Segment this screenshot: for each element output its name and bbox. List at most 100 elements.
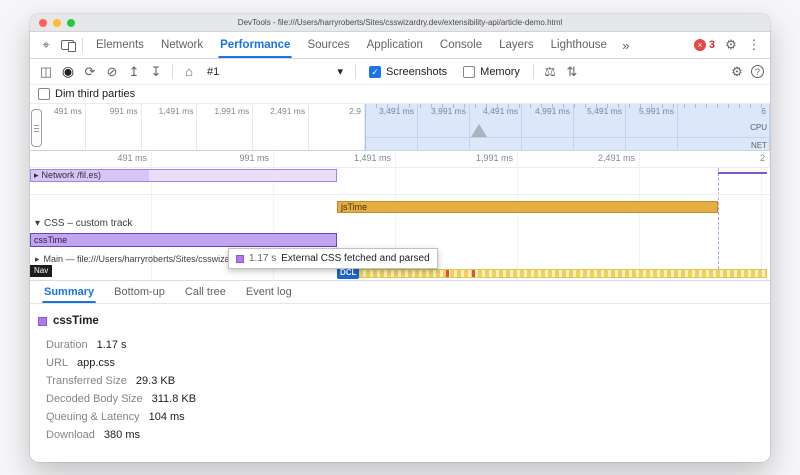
summary-row-label: Queuing & Latency bbox=[46, 411, 140, 423]
summary-row-label: Download bbox=[46, 429, 95, 441]
summary-row: Duration 1.17 s bbox=[38, 336, 770, 354]
home-icon[interactable]: ⌂ bbox=[179, 62, 199, 82]
summary-row-value: 29.3 KB bbox=[136, 375, 175, 387]
tooltip-color-swatch bbox=[236, 255, 244, 263]
overview-tick: 2,491 ms bbox=[253, 104, 309, 150]
summary-row-value: 104 ms bbox=[149, 411, 185, 423]
divider bbox=[172, 64, 173, 79]
tab-sources[interactable]: Sources bbox=[299, 32, 357, 58]
collect-garbage-icon[interactable]: ⇅ bbox=[562, 62, 582, 82]
minimize-window-button[interactable] bbox=[53, 19, 61, 27]
more-tabs-icon[interactable]: » bbox=[616, 35, 636, 55]
tooltip-text: External CSS fetched and parsed bbox=[281, 253, 429, 264]
tab-layers[interactable]: Layers bbox=[491, 32, 542, 58]
network-track-header: ▸ Network /fil.es) bbox=[34, 170, 101, 181]
summary-row: Download 380 ms bbox=[38, 426, 770, 444]
save-profile-button[interactable]: ↧ bbox=[146, 62, 166, 82]
kebab-menu-icon[interactable]: ⋮ bbox=[744, 35, 764, 55]
tab-console[interactable]: Console bbox=[432, 32, 490, 58]
network-request-line[interactable] bbox=[718, 172, 767, 174]
overview-tick: 1,991 ms bbox=[197, 104, 253, 150]
overview-tick: 3,491 ms bbox=[366, 104, 418, 150]
tabbar-right: × 3 ⚙ ⋮ bbox=[691, 35, 764, 55]
chevron-down-icon: ▾ bbox=[337, 65, 343, 78]
help-icon[interactable]: ? bbox=[751, 65, 764, 78]
devtools-window: DevTools - file:///Users/harryroberts/Si… bbox=[30, 14, 770, 462]
handle-grip bbox=[34, 131, 39, 132]
clear-recording-button[interactable]: ⊘ bbox=[102, 62, 122, 82]
summary-row: Queuing & Latency 104 ms bbox=[38, 408, 770, 426]
divider bbox=[355, 64, 356, 79]
css-track-label: CSS – custom track bbox=[44, 218, 132, 229]
overview-tick: 4,991 ms bbox=[522, 104, 574, 150]
tab-lighthouse[interactable]: Lighthouse bbox=[543, 32, 615, 58]
main-activity-strip[interactable] bbox=[337, 269, 767, 278]
divider bbox=[82, 38, 83, 53]
tooltip-duration: 1.17 s bbox=[249, 253, 276, 264]
ruler-tick: 991 ms bbox=[152, 151, 274, 167]
network-throttle-icon[interactable]: ⚖ bbox=[540, 62, 560, 82]
summary-row-value: app.css bbox=[77, 357, 115, 369]
summary-row: Decoded Body Size 311.8 KB bbox=[38, 390, 770, 408]
overview-left-handle[interactable] bbox=[31, 109, 42, 147]
activity-red-segment bbox=[472, 270, 475, 277]
ruler-tick: 1,491 ms bbox=[274, 151, 396, 167]
device-toolbar-button[interactable] bbox=[57, 35, 77, 55]
summary-row-label: Duration bbox=[46, 339, 88, 351]
overview-unselected-region[interactable]: 3,491 ms 3,991 ms 4,491 ms 4,991 ms 5,49… bbox=[365, 104, 770, 150]
overview-selected-region[interactable]: 491 ms 991 ms 1,491 ms 1,991 ms 2,491 ms… bbox=[30, 104, 365, 150]
performance-toolbar: ◫ ◉ ⟳ ⊘ ↥ ↧ ⌂ #1 ▾ ✓ Screenshots Memory … bbox=[30, 59, 770, 85]
csstime-entry-bar[interactable]: cssTime bbox=[30, 233, 337, 247]
load-profile-button[interactable]: ↥ bbox=[124, 62, 144, 82]
timeline-tracks[interactable]: ▸ Network /fil.es) jsTime ▾ CSS – custom… bbox=[30, 168, 770, 281]
track-divider bbox=[30, 194, 770, 195]
history-dropdown[interactable]: #1 ▾ bbox=[201, 65, 349, 78]
device-toolbar-icon bbox=[61, 40, 74, 50]
tab-summary[interactable]: Summary bbox=[34, 281, 104, 303]
close-window-button[interactable] bbox=[39, 19, 47, 27]
tab-call-tree[interactable]: Call tree bbox=[175, 281, 236, 303]
handle-grip bbox=[34, 128, 39, 129]
handle-grip bbox=[34, 125, 39, 126]
overview-tick: 5,991 ms bbox=[626, 104, 678, 150]
error-count: 3 bbox=[709, 39, 715, 51]
settings-gear-icon[interactable]: ⚙ bbox=[721, 35, 741, 55]
tab-elements[interactable]: Elements bbox=[88, 32, 152, 58]
tab-network[interactable]: Network bbox=[153, 32, 211, 58]
overview-tick: 991 ms bbox=[86, 104, 142, 150]
css-track-toggle[interactable]: ▾ bbox=[35, 218, 40, 229]
window-title: DevTools - file:///Users/harryroberts/Si… bbox=[238, 18, 562, 27]
jstime-entry-bar[interactable]: jsTime bbox=[337, 201, 718, 213]
summary-row-value: 380 ms bbox=[104, 429, 140, 441]
tab-bottom-up[interactable]: Bottom-up bbox=[104, 281, 175, 303]
toggle-sidebar-icon[interactable]: ◫ bbox=[36, 62, 56, 82]
screenshots-checkbox[interactable]: ✓ Screenshots bbox=[362, 66, 454, 78]
tab-application[interactable]: Application bbox=[359, 32, 431, 58]
inspect-element-icon[interactable]: ⌖ bbox=[36, 35, 56, 55]
reload-and-record-button[interactable]: ⟳ bbox=[80, 62, 100, 82]
tab-event-log[interactable]: Event log bbox=[236, 281, 302, 303]
timeline-ruler: 491 ms 991 ms 1,491 ms 1,991 ms 2,491 ms… bbox=[30, 151, 770, 168]
overview-tick: 5,491 ms bbox=[574, 104, 626, 150]
titlebar: DevTools - file:///Users/harryroberts/Si… bbox=[30, 14, 770, 32]
nav-marker[interactable]: Nav bbox=[30, 265, 52, 277]
overview-tick: 2,9 bbox=[309, 104, 365, 150]
timeline-overview[interactable]: 491 ms 991 ms 1,491 ms 1,991 ms 2,491 ms… bbox=[30, 103, 770, 151]
tab-performance[interactable]: Performance bbox=[212, 32, 298, 58]
capture-settings-gear-icon[interactable]: ⚙ bbox=[727, 62, 747, 82]
dim-third-parties-row: Dim third parties bbox=[30, 85, 770, 103]
entry-tooltip: 1.17 s External CSS fetched and parsed bbox=[228, 248, 438, 269]
network-track-toggle[interactable]: ▸ bbox=[34, 170, 39, 181]
ruler-tick: 2,491 ms bbox=[518, 151, 640, 167]
memory-checkbox[interactable]: Memory bbox=[456, 66, 527, 78]
ruler-tick: 2 bbox=[640, 151, 770, 167]
summary-title: cssTime bbox=[53, 315, 99, 327]
devtools-tabbar: ⌖ Elements Network Performance Sources A… bbox=[30, 32, 770, 59]
error-badge[interactable]: × 3 bbox=[691, 39, 718, 51]
zoom-window-button[interactable] bbox=[67, 19, 75, 27]
css-track-header: ▾ CSS – custom track bbox=[35, 218, 132, 229]
dim-third-parties-checkbox[interactable] bbox=[38, 88, 50, 100]
summary-row-label: Decoded Body Size bbox=[46, 393, 143, 405]
record-button[interactable]: ◉ bbox=[58, 62, 78, 82]
main-track-toggle[interactable]: ▸ bbox=[35, 254, 40, 265]
